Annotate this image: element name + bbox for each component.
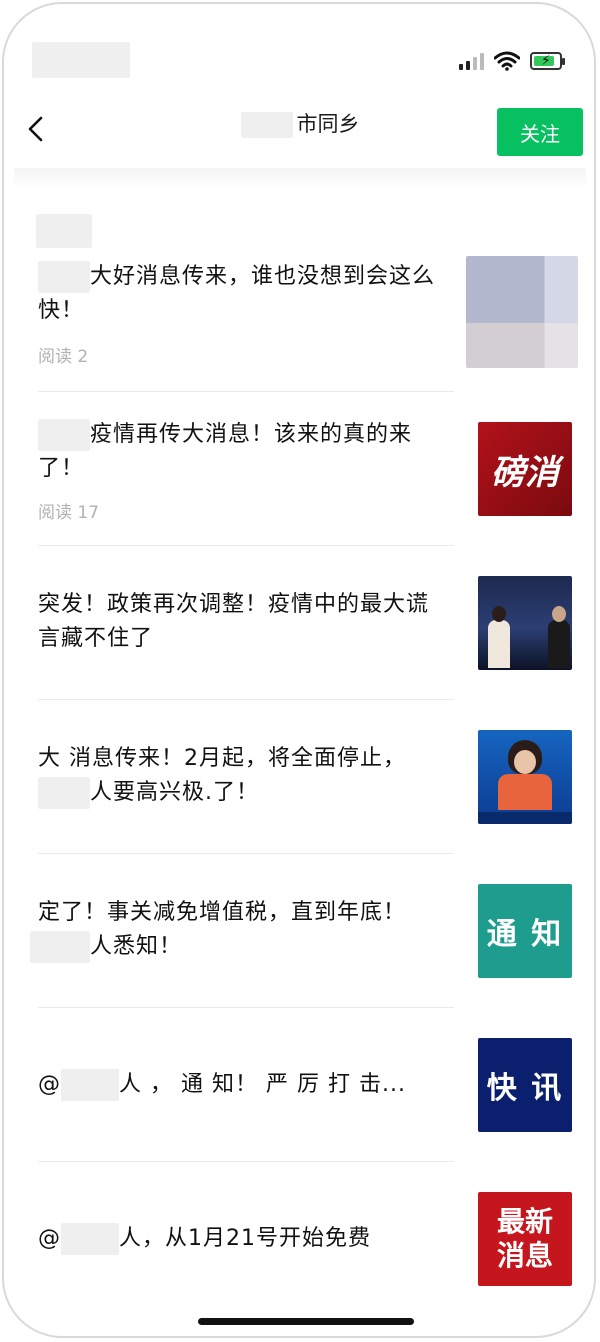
article-thumbnail (478, 576, 572, 670)
article-title: 大好消息传来，谁也没想到会这么快！ (38, 260, 448, 328)
article-thumbnail (466, 256, 578, 368)
article-thumbnail: 通 知 (478, 884, 572, 978)
status-time-redacted (32, 42, 130, 78)
article-title: @ 人，从1月21号开始免费 (38, 1222, 448, 1256)
title-redacted (30, 931, 90, 963)
follow-button[interactable]: 关注 (497, 108, 583, 156)
article-thumbnail: 磅消 (478, 422, 572, 516)
title-redacted (240, 112, 293, 138)
title-text: 市同乡 (296, 112, 360, 136)
title-redacted (38, 261, 90, 293)
list-item[interactable]: 大好消息传来，谁也没想到会这么快！ 阅读 2 (36, 190, 578, 392)
title-redacted (38, 777, 90, 809)
title-redacted (61, 1223, 119, 1255)
title-redacted (38, 419, 90, 451)
article-title: 定了！事关减免增值税，直到年底！ 人悉知！ (30, 896, 448, 964)
article-thumbnail: 快 讯 (478, 1038, 572, 1132)
article-title: 大 消息传来！2月起，将全面停止， 人要高兴极.了！ (38, 742, 448, 810)
title-redacted (61, 1069, 119, 1101)
article-title: @ 人 ， 通 知！ 严 厉 打 击... (38, 1068, 448, 1102)
avatar-redacted (36, 214, 92, 248)
battery-charging-icon: ⚡ (530, 52, 565, 70)
article-thumbnail: 最新消息 (478, 1192, 572, 1286)
read-count: 阅读 2 (38, 347, 89, 367)
article-title: 疫情再传大消息！该来的真的来了！ (38, 418, 448, 486)
signal-icon (459, 52, 484, 70)
article-list: 大好消息传来，谁也没想到会这么快！ 阅读 2 疫情再传大消息！该来的真的来了！ … (0, 190, 600, 1316)
status-bar: ⚡ (459, 50, 565, 72)
article-title: 突发！政策再次调整！疫情中的最大谎言藏不住了 (38, 592, 430, 651)
home-indicator[interactable] (198, 1318, 414, 1325)
list-item[interactable]: 突发！政策再次调整！疫情中的最大谎言藏不住了 (38, 546, 572, 700)
list-item[interactable]: 大 消息传来！2月起，将全面停止， 人要高兴极.了！ (38, 700, 572, 854)
list-item[interactable]: 疫情再传大消息！该来的真的来了！ 阅读 17 磅消 (38, 392, 572, 546)
list-item[interactable]: @ 人，从1月21号开始免费 最新消息 (38, 1162, 572, 1316)
header: 市同乡 关注 (0, 96, 600, 168)
article-thumbnail (478, 730, 572, 824)
list-item[interactable]: @ 人 ， 通 知！ 严 厉 打 击... 快 讯 (38, 1008, 572, 1162)
list-item[interactable]: 定了！事关减免增值税，直到年底！ 人悉知！ 通 知 (30, 854, 572, 1008)
wifi-icon (494, 51, 520, 71)
read-count: 阅读 17 (38, 503, 100, 523)
header-divider (14, 168, 586, 190)
